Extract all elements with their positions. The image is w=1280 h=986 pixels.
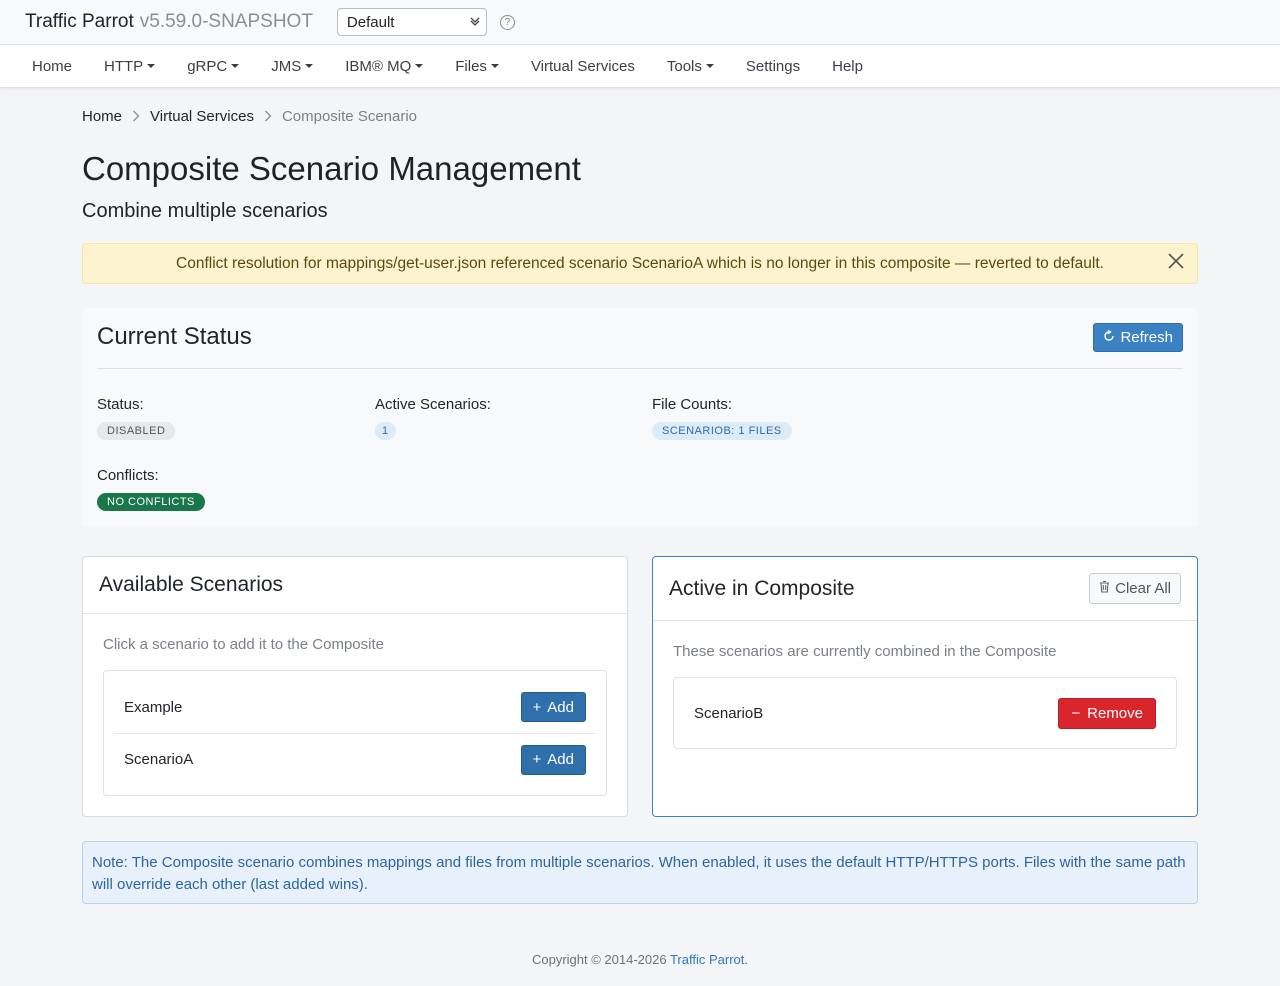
file-count-badge: SCENARIOB: 1 FILES xyxy=(652,422,792,440)
page-title: Composite Scenario Management xyxy=(82,150,581,187)
nav-http[interactable]: HTTP xyxy=(88,58,171,75)
environment-select[interactable]: Default xyxy=(336,8,487,36)
clear-all-label: Clear All xyxy=(1115,580,1171,597)
conflict-warning-alert: Conflict resolution for mappings/get-use… xyxy=(82,243,1198,284)
conflicts-field: Conflicts: NO CONFLICTS xyxy=(97,467,205,511)
available-heading: Available Scenarios xyxy=(99,573,284,596)
list-item[interactable]: ScenarioB − Remove xyxy=(684,688,1166,738)
breadcrumb-virtual-services[interactable]: Virtual Services xyxy=(150,108,254,125)
top-bar: Traffic Parrot v5.59.0-SNAPSHOT Default ? xyxy=(0,0,1280,45)
scenario-name: Example xyxy=(124,698,183,716)
status-badge: DISABLED xyxy=(97,422,176,440)
add-scenarioa-button[interactable]: + Add xyxy=(520,744,586,775)
trash-icon xyxy=(1099,580,1110,597)
caret-down-icon xyxy=(231,64,240,68)
nav-files[interactable]: Files xyxy=(439,58,515,75)
refresh-button[interactable]: Refresh xyxy=(1093,323,1183,352)
active-scenarios-field: Active Scenarios: 1 xyxy=(375,396,491,440)
chevron-right-icon xyxy=(132,109,140,125)
page-subtitle: Combine multiple scenarios xyxy=(82,200,328,222)
caret-down-icon xyxy=(490,64,499,68)
company-link[interactable]: Traffic Parrot xyxy=(670,952,744,967)
card-header: Available Scenarios xyxy=(83,557,627,614)
nav-virtual-services[interactable]: Virtual Services xyxy=(515,58,651,75)
help-icon[interactable]: ? xyxy=(499,14,515,30)
nav-jms[interactable]: JMS xyxy=(255,58,329,75)
chevron-down-icon xyxy=(470,16,480,29)
chevron-right-icon xyxy=(264,109,272,125)
active-count-badge: 1 xyxy=(375,422,396,440)
current-status-panel: Current Status Refresh Status: DISABLED … xyxy=(82,308,1198,526)
info-note: Note: The Composite scenario combines ma… xyxy=(82,841,1198,904)
active-composite-card: Active in Composite Clear All These scen… xyxy=(652,556,1198,817)
nav-help-label: Help xyxy=(832,57,863,75)
scenario-name: ScenarioB xyxy=(694,704,764,722)
plus-icon: + xyxy=(532,751,542,768)
scenario-name: ScenarioA xyxy=(124,751,194,768)
card-header: Active in Composite Clear All xyxy=(653,557,1197,621)
available-scenarios-card: Available Scenarios Click a scenario to … xyxy=(82,556,628,817)
nav-home[interactable]: Home xyxy=(16,58,88,75)
nav-settings[interactable]: Settings xyxy=(730,58,816,75)
nav-virtual-services-label: Virtual Services xyxy=(530,57,635,75)
status-field: Status: DISABLED xyxy=(97,396,176,440)
nav-tools-label: Tools xyxy=(666,57,702,75)
active-heading: Active in Composite xyxy=(669,576,855,600)
divider xyxy=(97,368,1183,369)
nav-ibmmq-label: IBM® MQ xyxy=(345,57,412,75)
footer: Copyright © 2014-2026 Traffic Parrot. xyxy=(0,952,1280,967)
nav-help[interactable]: Help xyxy=(816,58,879,75)
refresh-icon xyxy=(1103,329,1115,346)
environment-value: Default xyxy=(346,13,395,31)
nav-tools[interactable]: Tools xyxy=(651,58,730,75)
add-label: Add xyxy=(547,698,574,716)
list-item[interactable]: Example + Add xyxy=(114,681,596,733)
file-counts-label: File Counts: xyxy=(652,396,733,413)
active-list: ScenarioB − Remove xyxy=(673,677,1177,749)
caret-down-icon xyxy=(305,64,314,68)
active-note: These scenarios are currently combined i… xyxy=(673,643,1057,660)
minus-icon: − xyxy=(1071,704,1081,722)
nav-files-label: Files xyxy=(455,57,487,75)
nav-ibmmq[interactable]: IBM® MQ xyxy=(329,58,439,75)
caret-down-icon xyxy=(705,64,714,68)
main-nav: Home HTTP gRPC JMS IBM® MQ Files Virtual… xyxy=(0,45,1280,88)
caret-down-icon xyxy=(147,64,156,68)
nav-grpc-label: gRPC xyxy=(187,57,228,75)
status-heading: Current Status xyxy=(97,323,252,350)
available-note: Click a scenario to add it to the Compos… xyxy=(103,636,384,653)
version-label: v5.59.0-SNAPSHOT xyxy=(139,11,313,32)
list-item[interactable]: ScenarioA + Add xyxy=(114,733,596,785)
conflicts-badge: NO CONFLICTS xyxy=(97,493,205,511)
footer-period: . xyxy=(744,952,749,967)
breadcrumb-current: Composite Scenario xyxy=(281,108,418,125)
nav-home-label: Home xyxy=(32,57,73,75)
alert-message: Conflict resolution for mappings/get-use… xyxy=(176,254,1104,272)
nav-settings-label: Settings xyxy=(745,57,801,75)
brand-name: Traffic Parrot xyxy=(25,11,134,32)
remove-scenariob-button[interactable]: − Remove xyxy=(1058,697,1156,729)
copyright-text: Copyright © 2014-2026 xyxy=(531,952,667,967)
available-list: Example + Add ScenarioA + Add xyxy=(103,670,607,796)
nav-http-label: HTTP xyxy=(104,57,144,75)
add-example-button[interactable]: + Add xyxy=(520,692,586,722)
nav-jms-label: JMS xyxy=(271,57,302,75)
remove-label: Remove xyxy=(1087,704,1143,722)
add-label: Add xyxy=(547,751,574,768)
plus-icon: + xyxy=(532,698,542,716)
breadcrumb-home[interactable]: Home xyxy=(82,108,122,125)
refresh-label: Refresh xyxy=(1120,329,1173,346)
conflicts-label: Conflicts: xyxy=(97,467,159,484)
brand[interactable]: Traffic Parrot v5.59.0-SNAPSHOT xyxy=(25,11,313,33)
caret-down-icon xyxy=(415,64,424,68)
active-scenarios-label: Active Scenarios: xyxy=(375,396,491,413)
file-counts-field: File Counts: SCENARIOB: 1 FILES xyxy=(652,396,792,440)
status-label: Status: xyxy=(97,396,144,413)
breadcrumb: Home Virtual Services Composite Scenario xyxy=(82,108,417,125)
clear-all-button[interactable]: Clear All xyxy=(1089,573,1181,604)
nav-grpc[interactable]: gRPC xyxy=(171,58,255,75)
close-icon[interactable] xyxy=(1167,252,1185,274)
